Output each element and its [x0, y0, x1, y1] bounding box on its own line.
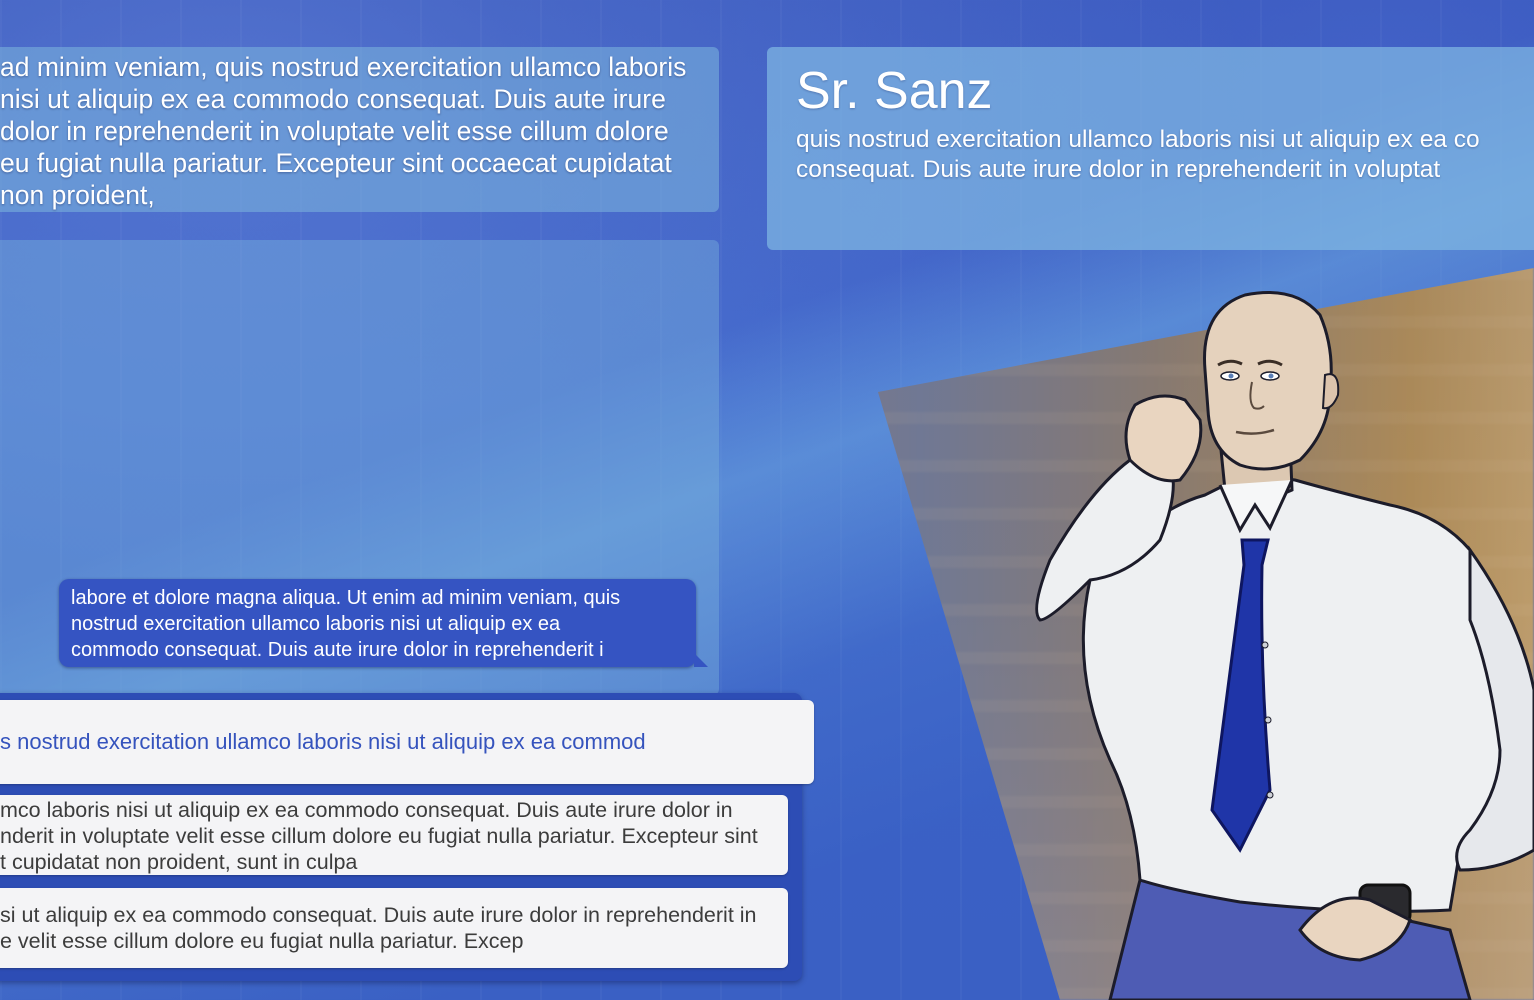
choice-option-3-label: si ut aliquip ex ea commodo consequat. D… — [0, 903, 757, 953]
choice-option-1[interactable]: s nostrud exercitation ullamco laboris n… — [0, 700, 814, 784]
character-portrait — [1035, 291, 1534, 1000]
choice-option-1-label: s nostrud exercitation ullamco laboris n… — [0, 729, 646, 754]
character-description: quis nostrud exercitation ullamco labori… — [796, 126, 1480, 183]
character-hand — [1124, 394, 1203, 483]
chat-message-bubble: labore et dolore magna aliqua. Ut enim a… — [59, 579, 708, 667]
choice-option-2[interactable]: mco laboris nisi ut aliquip ex ea commod… — [0, 795, 788, 875]
narration-text: ad minim veniam, quis nostrud exercitati… — [0, 52, 687, 210]
choice-option-2-label: mco laboris nisi ut aliquip ex ea commod… — [0, 798, 758, 874]
choice-option-3[interactable]: si ut aliquip ex ea commodo consequat. D… — [0, 888, 788, 968]
character-name: Sr. Sanz — [796, 62, 993, 120]
chat-message-text: labore et dolore magna aliqua. Ut enim a… — [71, 587, 621, 661]
character-info-panel: Sr. Sanz quis nostrud exercitation ullam… — [767, 47, 1534, 250]
character-head — [1203, 291, 1333, 471]
narration-panel: ad minim veniam, quis nostrud exercitati… — [0, 47, 719, 212]
